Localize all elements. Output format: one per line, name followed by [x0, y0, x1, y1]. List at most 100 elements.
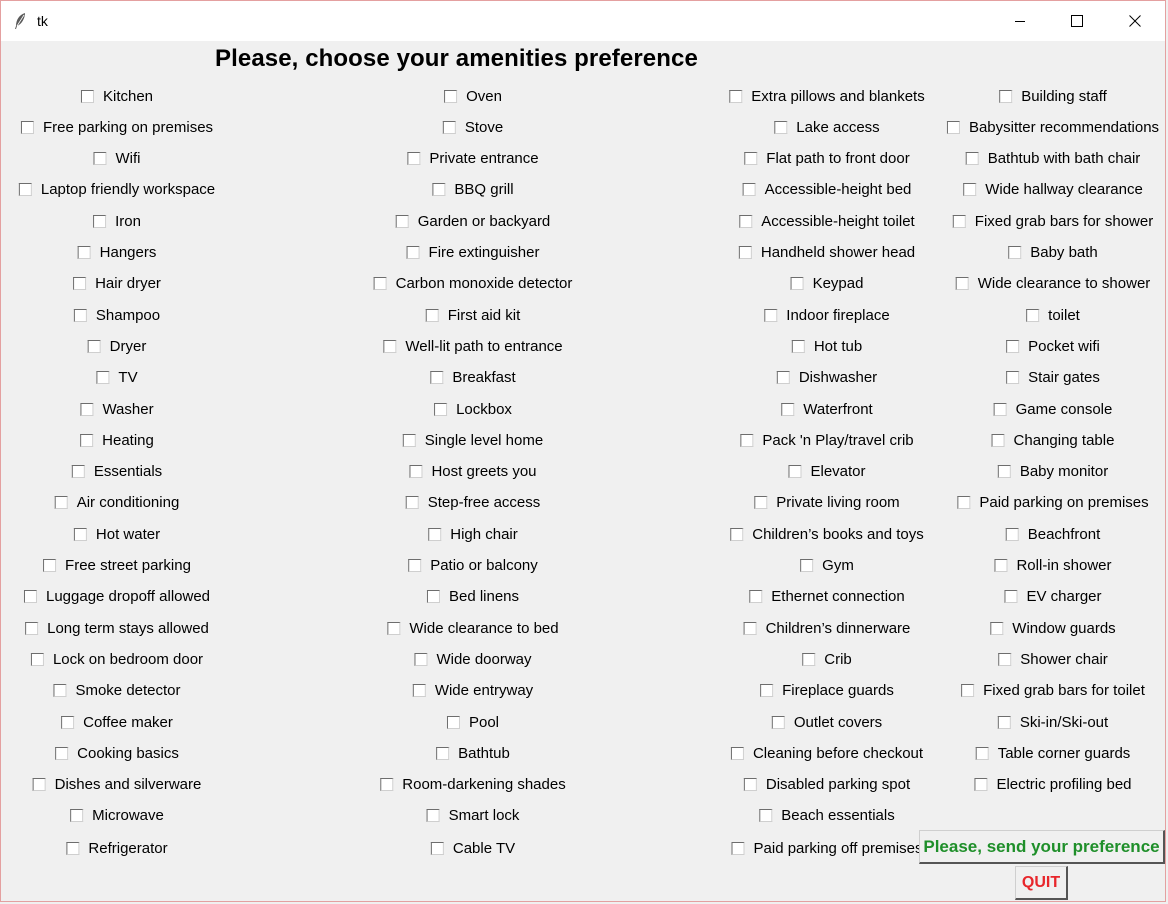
- checkbox-box[interactable]: [764, 308, 778, 322]
- checkbox-box[interactable]: [406, 246, 420, 259]
- checkbox-box[interactable]: [25, 621, 39, 635]
- amenity-checkbox[interactable]: Bed linens: [426, 587, 519, 607]
- amenity-checkbox[interactable]: Stove: [442, 117, 503, 137]
- amenity-checkbox[interactable]: Wide hallway clearance: [963, 180, 1143, 200]
- amenity-checkbox[interactable]: High chair: [428, 524, 518, 544]
- checkbox-box[interactable]: [743, 621, 757, 635]
- amenity-checkbox[interactable]: Roll-in shower: [994, 556, 1112, 576]
- checkbox-box[interactable]: [442, 120, 456, 134]
- checkbox-box[interactable]: [1004, 590, 1018, 604]
- checkbox-box[interactable]: [405, 496, 419, 510]
- amenity-checkbox[interactable]: Elevator: [788, 462, 866, 482]
- checkbox-box[interactable]: [80, 433, 94, 447]
- checkbox-box[interactable]: [997, 715, 1011, 729]
- amenity-checkbox[interactable]: Bathtub: [436, 743, 510, 763]
- amenity-checkbox[interactable]: Air conditioning: [54, 493, 179, 513]
- amenity-checkbox[interactable]: Well-lit path to entrance: [383, 336, 563, 356]
- checkbox-box[interactable]: [395, 214, 409, 228]
- checkbox-box[interactable]: [425, 308, 439, 322]
- checkbox-box[interactable]: [997, 465, 1011, 479]
- amenity-checkbox[interactable]: Pool: [446, 712, 499, 732]
- checkbox-box[interactable]: [87, 339, 101, 353]
- checkbox-box[interactable]: [754, 496, 768, 510]
- amenity-checkbox[interactable]: Hangers: [77, 243, 156, 263]
- amenity-checkbox[interactable]: Baby bath: [1008, 243, 1098, 263]
- checkbox-box[interactable]: [43, 559, 57, 572]
- amenity-checkbox[interactable]: Single level home: [402, 430, 543, 450]
- checkbox-box[interactable]: [61, 715, 75, 729]
- checkbox-box[interactable]: [409, 465, 423, 479]
- checkbox-box[interactable]: [730, 527, 744, 541]
- amenity-checkbox[interactable]: Pocket wifi: [1006, 336, 1100, 356]
- checkbox-box[interactable]: [998, 652, 1012, 666]
- checkbox-box[interactable]: [402, 433, 416, 447]
- amenity-checkbox[interactable]: Step-free access: [405, 493, 540, 513]
- checkbox-box[interactable]: [430, 841, 444, 855]
- amenity-checkbox[interactable]: Table corner guards: [975, 743, 1130, 763]
- amenity-checkbox[interactable]: Ski-in/Ski-out: [997, 712, 1108, 732]
- checkbox-box[interactable]: [54, 496, 68, 510]
- amenity-checkbox[interactable]: Kitchen: [80, 86, 153, 106]
- amenity-checkbox[interactable]: Ethernet connection: [749, 587, 905, 607]
- checkbox-box[interactable]: [946, 120, 960, 134]
- amenity-checkbox[interactable]: Oven: [444, 86, 502, 106]
- amenity-checkbox[interactable]: Carbon monoxide detector: [373, 274, 572, 294]
- checkbox-box[interactable]: [991, 433, 1005, 447]
- checkbox-box[interactable]: [975, 746, 989, 760]
- amenity-checkbox[interactable]: TV: [96, 368, 138, 388]
- checkbox-box[interactable]: [426, 809, 440, 823]
- amenity-checkbox[interactable]: Smart lock: [426, 806, 519, 826]
- checkbox-box[interactable]: [383, 339, 397, 353]
- checkbox-box[interactable]: [759, 809, 773, 823]
- amenity-checkbox[interactable]: Private entrance: [407, 149, 539, 169]
- checkbox-box[interactable]: [426, 590, 440, 604]
- checkbox-box[interactable]: [80, 89, 94, 103]
- amenity-checkbox[interactable]: Children’s books and toys: [730, 524, 924, 544]
- checkbox-box[interactable]: [412, 684, 426, 698]
- checkbox-box[interactable]: [446, 715, 460, 729]
- amenity-checkbox[interactable]: Smoke detector: [53, 681, 181, 701]
- checkbox-box[interactable]: [791, 339, 805, 353]
- amenity-checkbox[interactable]: Cooking basics: [55, 743, 179, 763]
- checkbox-box[interactable]: [771, 715, 785, 729]
- amenity-checkbox[interactable]: Wide doorway: [414, 649, 532, 669]
- checkbox-box[interactable]: [1008, 246, 1022, 259]
- checkbox-box[interactable]: [407, 152, 421, 166]
- checkbox-box[interactable]: [961, 684, 975, 698]
- checkbox-box[interactable]: [790, 277, 804, 291]
- checkbox-box[interactable]: [1026, 308, 1040, 322]
- checkbox-box[interactable]: [1006, 339, 1020, 353]
- checkbox-box[interactable]: [387, 621, 401, 635]
- amenity-checkbox[interactable]: Waterfront: [781, 399, 873, 419]
- checkbox-box[interactable]: [730, 746, 744, 760]
- checkbox-box[interactable]: [30, 652, 44, 666]
- checkbox-box[interactable]: [55, 746, 69, 760]
- checkbox-box[interactable]: [20, 120, 34, 134]
- amenity-checkbox[interactable]: Dishes and silverware: [32, 775, 201, 795]
- amenity-checkbox[interactable]: Electric profiling bed: [974, 775, 1132, 795]
- amenity-checkbox[interactable]: Essentials: [71, 462, 162, 482]
- amenity-checkbox[interactable]: Hair dryer: [73, 274, 161, 294]
- amenity-checkbox[interactable]: Outlet covers: [771, 712, 882, 732]
- checkbox-box[interactable]: [963, 183, 977, 197]
- close-icon[interactable]: [1106, 1, 1164, 41]
- checkbox-box[interactable]: [408, 559, 422, 572]
- checkbox-box[interactable]: [800, 559, 814, 572]
- checkbox-box[interactable]: [802, 652, 816, 666]
- quit-button[interactable]: QUIT: [1015, 866, 1068, 900]
- amenity-checkbox[interactable]: Luggage dropoff allowed: [23, 587, 210, 607]
- checkbox-box[interactable]: [774, 120, 788, 134]
- amenity-checkbox[interactable]: Changing table: [991, 430, 1114, 450]
- amenity-checkbox[interactable]: toilet: [1026, 305, 1080, 325]
- amenity-checkbox[interactable]: Pack 'n Play/travel crib: [740, 430, 914, 450]
- checkbox-box[interactable]: [373, 277, 387, 291]
- amenity-checkbox[interactable]: Building staff: [999, 86, 1107, 106]
- amenity-checkbox[interactable]: Wide clearance to shower: [955, 274, 1150, 294]
- checkbox-box[interactable]: [66, 841, 80, 855]
- amenity-checkbox[interactable]: Free parking on premises: [20, 117, 213, 137]
- amenity-checkbox[interactable]: Laptop friendly workspace: [18, 180, 215, 200]
- amenity-checkbox[interactable]: Babysitter recommendations: [946, 117, 1159, 137]
- amenity-checkbox[interactable]: Indoor fireplace: [764, 305, 890, 325]
- amenity-checkbox[interactable]: Lockbox: [434, 399, 512, 419]
- checkbox-box[interactable]: [32, 778, 46, 792]
